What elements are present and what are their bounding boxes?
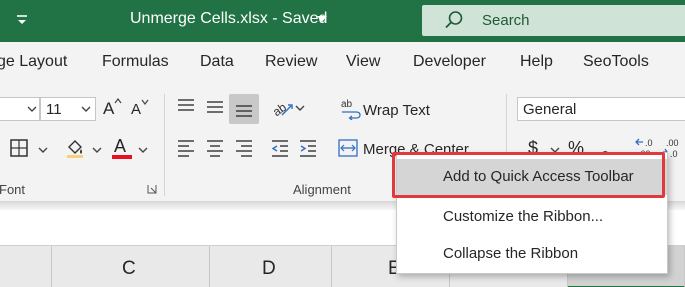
font-size-value: 11 bbox=[46, 101, 62, 118]
shrink-font-button[interactable]: A bbox=[129, 98, 151, 120]
annotation-highlight bbox=[392, 152, 665, 198]
tab-review[interactable]: Review bbox=[265, 53, 317, 71]
top-align-icon[interactable] bbox=[176, 98, 196, 116]
number-format-value: General bbox=[523, 101, 577, 118]
chevron-down-icon[interactable] bbox=[295, 105, 305, 112]
tab-view[interactable]: View bbox=[346, 53, 380, 71]
column-header-c[interactable]: C bbox=[52, 246, 210, 287]
font-size-combo[interactable]: 11 bbox=[40, 97, 96, 121]
wrap-text-icon: ab bbox=[341, 99, 361, 120]
search-label: Search bbox=[482, 12, 530, 29]
font-group-label: Font bbox=[0, 182, 26, 197]
chevron-down-icon[interactable] bbox=[316, 14, 328, 24]
font-color-button[interactable]: A bbox=[112, 136, 132, 160]
search-icon bbox=[445, 11, 463, 29]
svg-text:.00: .00 bbox=[666, 138, 679, 148]
column-letter: C bbox=[122, 258, 136, 279]
shrink-font-label: A bbox=[131, 101, 142, 118]
font-color-swatch bbox=[112, 155, 132, 159]
menu-item-label: Collapse the Ribbon bbox=[443, 245, 579, 262]
chevron-down-icon bbox=[27, 106, 37, 112]
wrap-text-label: Wrap Text bbox=[363, 102, 430, 119]
menu-item-label: Customize the Ribbon... bbox=[443, 208, 604, 225]
increase-indent-icon[interactable] bbox=[298, 139, 318, 157]
align-left-icon[interactable] bbox=[176, 139, 196, 157]
menu-item-collapse-ribbon[interactable]: Collapse the Ribbon bbox=[397, 236, 667, 272]
fill-color-icon[interactable] bbox=[64, 137, 86, 159]
font-name-combo[interactable] bbox=[0, 97, 40, 121]
orientation-icon[interactable]: ab bbox=[270, 96, 294, 118]
svg-text:.0: .0 bbox=[670, 149, 678, 159]
number-format-combo[interactable]: General bbox=[517, 97, 685, 121]
column-header-d[interactable]: D bbox=[210, 246, 332, 287]
caret-up-icon bbox=[114, 98, 122, 104]
merge-center-icon bbox=[338, 139, 358, 157]
decrease-indent-icon[interactable] bbox=[270, 139, 290, 157]
caret-down-icon bbox=[141, 99, 149, 105]
bottom-align-icon bbox=[236, 105, 252, 117]
document-title[interactable]: Unmerge Cells.xlsx - Saved bbox=[130, 10, 327, 28]
alignment-group-label: Alignment bbox=[293, 182, 351, 197]
tab-seotools[interactable]: SeoTools bbox=[583, 53, 649, 71]
tab-formulas[interactable]: Formulas bbox=[102, 53, 169, 71]
middle-align-icon[interactable] bbox=[205, 98, 225, 116]
group-separator bbox=[164, 94, 165, 196]
wrap-text-button[interactable]: ab Wrap Text bbox=[340, 98, 440, 122]
column-letter: D bbox=[262, 258, 276, 279]
align-center-icon[interactable] bbox=[205, 139, 225, 157]
title-bar: Unmerge Cells.xlsx - Saved Search bbox=[0, 0, 685, 42]
tab-data[interactable]: Data bbox=[200, 53, 234, 71]
chevron-down-icon[interactable] bbox=[138, 147, 148, 154]
tab-page-layout[interactable]: ge Layout bbox=[0, 53, 67, 71]
font-color-label: A bbox=[114, 136, 127, 156]
svg-text:ab: ab bbox=[270, 100, 289, 118]
dialog-launcher-icon[interactable] bbox=[147, 184, 157, 194]
search-box[interactable]: Search bbox=[422, 5, 685, 36]
menu-item-customize-ribbon[interactable]: Customize the Ribbon... bbox=[397, 199, 667, 235]
svg-text:.0: .0 bbox=[645, 138, 653, 148]
bottom-align-button[interactable] bbox=[229, 94, 259, 124]
customize-qat-icon[interactable] bbox=[14, 12, 30, 28]
tab-help[interactable]: Help bbox=[520, 53, 553, 71]
borders-icon[interactable] bbox=[9, 138, 29, 158]
chevron-down-icon[interactable] bbox=[38, 147, 48, 154]
align-right-icon[interactable] bbox=[234, 139, 254, 157]
chevron-down-icon[interactable] bbox=[92, 147, 102, 154]
grow-font-button[interactable]: A bbox=[101, 98, 123, 120]
tab-developer[interactable]: Developer bbox=[413, 53, 486, 71]
ribbon-tabs: ge Layout Formulas Data Review View Deve… bbox=[0, 42, 685, 84]
grow-font-label: A bbox=[103, 99, 115, 118]
chevron-down-icon bbox=[81, 106, 91, 112]
svg-text:ab: ab bbox=[341, 99, 353, 110]
column-header-partial[interactable] bbox=[0, 246, 52, 287]
